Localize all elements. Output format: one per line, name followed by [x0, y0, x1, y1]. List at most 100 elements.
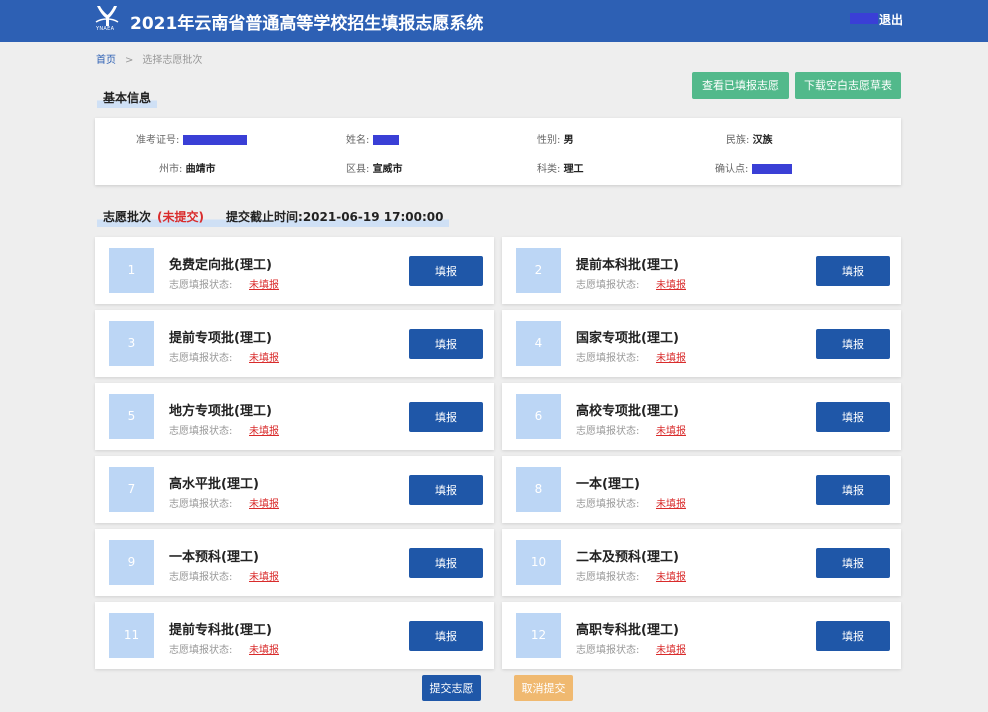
batch-state-value[interactable]: 未填报 — [656, 495, 686, 510]
batch-name: 高职专科批(理工) — [576, 623, 679, 638]
batch-state-value[interactable]: 未填报 — [656, 422, 686, 437]
batch-name: 一本预科(理工) — [169, 550, 259, 565]
batch-state-label: 志愿填报状态: — [576, 280, 640, 291]
batch-number-tile: 11 — [109, 613, 154, 658]
county-field: 区县: 宣威市 — [346, 160, 403, 175]
batch-number-tile: 3 — [109, 321, 154, 366]
redacted-confirm-point — [751, 164, 792, 174]
batch-state-label: 志愿填报状态: — [576, 645, 640, 656]
batch-name: 高水平批(理工) — [169, 477, 259, 492]
fill-button[interactable]: 填报 — [816, 475, 890, 505]
batch-card: 9 一本预科(理工) 志愿填报状态: 未填报 填报 — [95, 529, 494, 596]
batch-state-label: 志愿填报状态: — [169, 572, 233, 583]
logout-link[interactable]: 退出 — [879, 11, 903, 28]
batch-state-value[interactable]: 未填报 — [249, 422, 279, 437]
breadcrumb: 首页 > 选择志愿批次 — [96, 51, 202, 66]
fill-button[interactable]: 填报 — [816, 329, 890, 359]
top-header: YNAEA 2021年云南省普通高等学校招生填报志愿系统 退出 — [0, 0, 988, 42]
batch-state-value[interactable]: 未填报 — [656, 568, 686, 583]
breadcrumb-current: 选择志愿批次 — [142, 55, 203, 66]
batch-state-label: 志愿填报状态: — [576, 499, 640, 510]
batch-card: 5 地方专项批(理工) 志愿填报状态: 未填报 填报 — [95, 383, 494, 450]
batch-title: 志愿批次 — [103, 210, 152, 224]
subject-value: 理工 — [563, 164, 584, 175]
batch-number-tile: 12 — [516, 613, 561, 658]
batch-number-tile: 1 — [109, 248, 154, 293]
deadline-label: 提交截止时间: — [226, 210, 303, 224]
batch-number-tile: 8 — [516, 467, 561, 512]
batch-state-value[interactable]: 未填报 — [249, 495, 279, 510]
batch-state-value[interactable]: 未填报 — [249, 276, 279, 291]
breadcrumb-separator: > — [125, 55, 134, 66]
batch-state-value[interactable]: 未填报 — [656, 276, 686, 291]
batch-state-label: 志愿填报状态: — [169, 499, 233, 510]
city-label: 州市: — [159, 164, 183, 175]
exam-no-label: 准考证号: — [136, 135, 180, 146]
fill-button[interactable]: 填报 — [409, 402, 483, 432]
ethnicity-value: 汉族 — [752, 135, 773, 146]
batch-number-tile: 2 — [516, 248, 561, 293]
breadcrumb-home[interactable]: 首页 — [96, 55, 116, 66]
fill-button[interactable]: 填报 — [816, 402, 890, 432]
redacted-username — [850, 13, 878, 24]
batch-number-tile: 4 — [516, 321, 561, 366]
gender-value: 男 — [563, 135, 574, 146]
batch-name: 高校专项批(理工) — [576, 404, 679, 419]
deadline-value: 2021-06-19 17:00:00 — [302, 210, 444, 224]
batch-number-tile: 6 — [516, 394, 561, 439]
redacted-exam-no — [182, 135, 247, 145]
gender-field: 性别: 男 — [537, 131, 574, 146]
batch-state-value[interactable]: 未填报 — [249, 641, 279, 656]
fill-button[interactable]: 填报 — [409, 475, 483, 505]
batch-state-value[interactable]: 未填报 — [249, 568, 279, 583]
view-submitted-button[interactable]: 查看已填报志愿 — [692, 72, 789, 99]
batch-name: 免费定向批(理工) — [169, 258, 272, 273]
batch-name: 提前专科批(理工) — [169, 623, 272, 638]
app-title: 2021年云南省普通高等学校招生填报志愿系统 — [130, 14, 484, 34]
batch-card: 1 免费定向批(理工) 志愿填报状态: 未填报 填报 — [95, 237, 494, 304]
batch-card: 8 一本(理工) 志愿填报状态: 未填报 填报 — [502, 456, 901, 523]
batch-state-label: 志愿填报状态: — [169, 426, 233, 437]
cancel-submit-button[interactable]: 取消提交 — [514, 675, 573, 701]
submit-button[interactable]: 提交志愿 — [422, 675, 481, 701]
download-blank-form-button[interactable]: 下载空白志愿草表 — [795, 72, 901, 99]
batch-card: 6 高校专项批(理工) 志愿填报状态: 未填报 填报 — [502, 383, 901, 450]
fill-button[interactable]: 填报 — [816, 548, 890, 578]
batch-number-tile: 9 — [109, 540, 154, 585]
fill-button[interactable]: 填报 — [409, 256, 483, 286]
fill-button[interactable]: 填报 — [816, 621, 890, 651]
fill-button[interactable]: 填报 — [409, 548, 483, 578]
batch-card: 3 提前专项批(理工) 志愿填报状态: 未填报 填报 — [95, 310, 494, 377]
batch-name: 提前本科批(理工) — [576, 258, 679, 273]
gender-label: 性别: — [537, 135, 561, 146]
batch-card: 4 国家专项批(理工) 志愿填报状态: 未填报 填报 — [502, 310, 901, 377]
batch-card: 12 高职专科批(理工) 志愿填报状态: 未填报 填报 — [502, 602, 901, 669]
batch-card: 7 高水平批(理工) 志愿填报状态: 未填报 填报 — [95, 456, 494, 523]
batch-card: 11 提前专科批(理工) 志愿填报状态: 未填报 填报 — [95, 602, 494, 669]
exam-no-field: 准考证号: — [136, 131, 247, 146]
batch-card: 2 提前本科批(理工) 志愿填报状态: 未填报 填报 — [502, 237, 901, 304]
name-field: 姓名: — [346, 131, 399, 146]
redacted-name — [372, 135, 399, 145]
batch-card: 10 二本及预科(理工) 志愿填报状态: 未填报 填报 — [502, 529, 901, 596]
county-value: 宣威市 — [372, 164, 403, 175]
ethnicity-label: 民族: — [726, 135, 750, 146]
fill-button[interactable]: 填报 — [409, 329, 483, 359]
batch-name: 二本及预科(理工) — [576, 550, 679, 565]
name-label: 姓名: — [346, 135, 370, 146]
logo-text: YNAEA — [96, 26, 115, 32]
batch-number-tile: 10 — [516, 540, 561, 585]
batch-state-label: 志愿填报状态: — [169, 280, 233, 291]
fill-button[interactable]: 填报 — [816, 256, 890, 286]
batch-state-value[interactable]: 未填报 — [656, 349, 686, 364]
fill-button[interactable]: 填报 — [409, 621, 483, 651]
batch-number-tile: 5 — [109, 394, 154, 439]
batch-state-value[interactable]: 未填报 — [249, 349, 279, 364]
batch-name: 提前专项批(理工) — [169, 331, 272, 346]
batch-state-label: 志愿填报状态: — [169, 353, 233, 364]
batch-state-label: 志愿填报状态: — [169, 645, 233, 656]
batch-state-label: 志愿填报状态: — [576, 572, 640, 583]
batch-state-value[interactable]: 未填报 — [656, 641, 686, 656]
subject-field: 科类: 理工 — [537, 160, 584, 175]
basic-info-card: 准考证号: 姓名: 性别: 男 民族: 汉族 州市: 曲靖市 区县: 宣威市 科… — [95, 118, 901, 185]
